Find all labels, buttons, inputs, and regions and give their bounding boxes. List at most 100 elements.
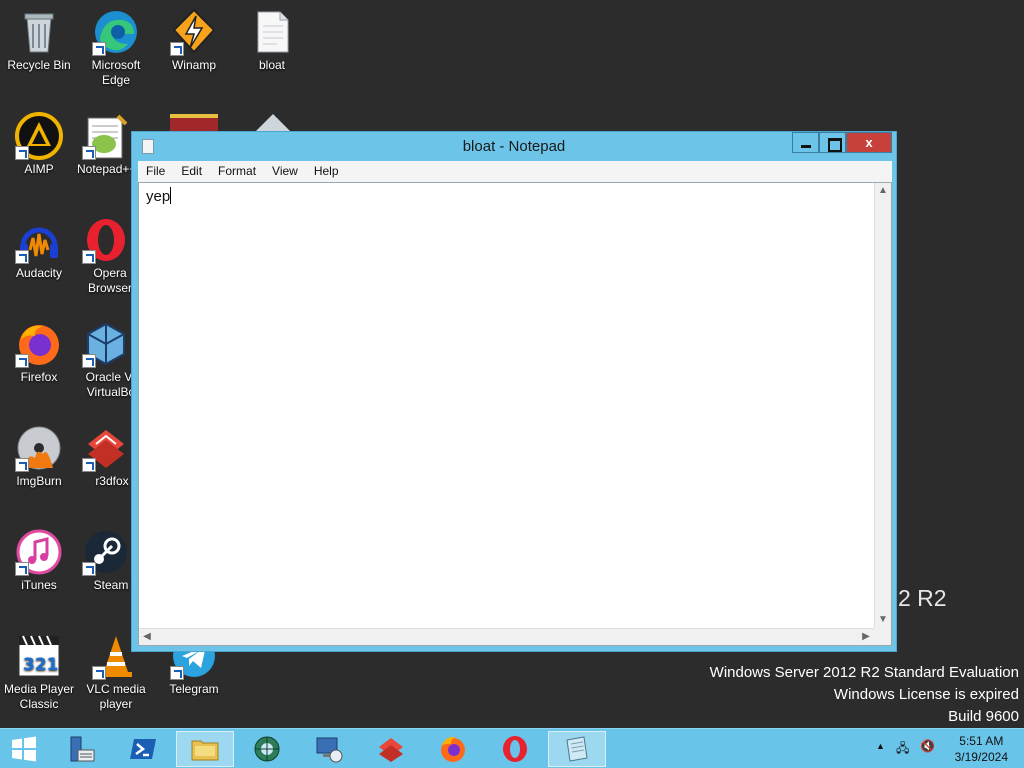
shortcut-arrow-icon	[15, 458, 29, 472]
desktop-icon-label: Winamp	[171, 58, 216, 72]
shortcut-arrow-icon	[92, 42, 106, 56]
menu-help[interactable]: Help	[306, 161, 347, 182]
desktop-icon-label: Media Player Classic	[3, 682, 75, 711]
taskbar-file-explorer[interactable]	[176, 731, 234, 767]
remote-desktop-icon	[316, 737, 343, 763]
taskbar-network-app[interactable]	[238, 731, 296, 767]
desktop-icon-bloat[interactable]: bloat	[233, 8, 311, 73]
desktop-icon-label: ImgBurn	[16, 474, 62, 488]
edge-icon	[92, 8, 140, 56]
desktop-icon-label: r3dfox	[95, 474, 129, 488]
r3dfox-icon	[379, 738, 403, 762]
shortcut-arrow-icon	[170, 666, 184, 680]
desktop-icon-itunes[interactable]: iTunes	[0, 528, 78, 593]
taskbar-server-manager[interactable]	[52, 731, 110, 767]
desktop-icon-label: VLC media player	[86, 682, 146, 711]
menu-bar: File Edit Format View Help	[138, 161, 892, 182]
desktop-icon-aimp[interactable]: AIMP	[0, 112, 78, 177]
watermark-edition: Windows Server 2012 R2 Standard Evaluati…	[709, 664, 1019, 681]
taskbar-notepad[interactable]	[548, 731, 606, 767]
taskbar-powershell[interactable]	[114, 731, 172, 767]
scroll-down-icon[interactable]: ▼	[875, 612, 891, 628]
shortcut-arrow-icon	[82, 458, 96, 472]
desktop-icon-opera-browser[interactable]: Opera Browser	[77, 216, 135, 296]
horizontal-scrollbar[interactable]: ◀ ▶	[139, 628, 874, 645]
opera-icon	[82, 216, 130, 264]
desktop-icon-label: AIMP	[24, 162, 54, 176]
shortcut-arrow-icon	[15, 354, 29, 368]
desktop-icon-notepad-plus-plus[interactable]: Notepad++	[77, 112, 135, 177]
desktop-icon-steam[interactable]: Steam	[77, 528, 135, 593]
server-manager-icon	[70, 736, 95, 762]
clock-time: 5:51 AM	[959, 734, 1004, 748]
watermark-r2: 2 R2	[898, 585, 947, 611]
window-title: bloat - Notepad	[462, 138, 566, 155]
itunes-icon	[15, 528, 63, 576]
desktop-icon-audacity[interactable]: Audacity	[0, 216, 78, 281]
close-button[interactable]: x	[846, 132, 892, 153]
globe-app-icon	[254, 736, 280, 762]
volume-muted-icon[interactable]: 🔇	[920, 739, 935, 753]
clock[interactable]: 5:51 AM 3/19/2024	[955, 733, 1008, 765]
desktop-icon-r3dfox[interactable]: r3dfox	[77, 424, 135, 489]
desktop-icon-virtualbox[interactable]: Oracle VM VirtualBox	[77, 320, 142, 400]
desktop-icon-label: Recycle Bin	[7, 58, 71, 72]
show-hidden-icons-icon[interactable]: ▲	[876, 741, 885, 751]
shortcut-arrow-icon	[82, 250, 96, 264]
menu-edit[interactable]: Edit	[173, 161, 210, 182]
shortcut-arrow-icon	[170, 42, 184, 56]
menu-file[interactable]: File	[138, 161, 173, 182]
desktop-icon-firefox[interactable]: Firefox	[0, 320, 78, 385]
taskbar-r3dfox[interactable]	[362, 731, 420, 767]
start-button[interactable]	[0, 731, 48, 767]
scrollbar-corner	[874, 628, 891, 645]
text-editor[interactable]: yep ▲ ▼ ◀ ▶	[138, 182, 892, 646]
media-player-classic-icon: 321	[15, 632, 63, 680]
minimize-button[interactable]	[792, 132, 819, 153]
editor-text[interactable]: yep	[146, 187, 172, 206]
watermark-build: Build 9600	[948, 708, 1019, 725]
desktop-icon-winamp[interactable]: Winamp	[155, 8, 233, 73]
taskbar-remote-desktop[interactable]	[300, 731, 358, 767]
shortcut-arrow-icon	[82, 562, 96, 576]
desktop-icon-imgburn[interactable]: ImgBurn	[0, 424, 78, 489]
winrar-icon	[170, 114, 218, 132]
app-icon-partial	[256, 114, 290, 131]
title-bar[interactable]: bloat - Notepad x	[132, 132, 896, 160]
imgburn-icon	[15, 424, 63, 472]
notepad-icon	[566, 736, 588, 762]
desktop-icon-label: iTunes	[21, 578, 57, 592]
taskbar: ▲ 🖧 🔇 5:51 AM 3/19/2024	[0, 728, 1024, 768]
shortcut-arrow-icon	[15, 146, 29, 160]
desktop-icon-recycle-bin[interactable]: Recycle Bin	[0, 8, 78, 73]
opera-icon	[503, 736, 527, 762]
scroll-right-icon[interactable]: ▶	[858, 629, 874, 645]
desktop-icon-label: bloat	[258, 58, 286, 72]
vertical-scrollbar[interactable]: ▲ ▼	[874, 183, 891, 628]
shortcut-arrow-icon	[82, 146, 96, 160]
scroll-left-icon[interactable]: ◀	[139, 629, 155, 645]
network-icon[interactable]: 🖧	[896, 739, 909, 760]
text-caret	[170, 187, 172, 204]
desktop-icon-media-player-classic[interactable]: 321 Media Player Classic	[0, 632, 78, 712]
desktop-icon-microsoft-edge[interactable]: Microsoft Edge	[77, 8, 155, 88]
winamp-icon	[170, 8, 218, 56]
taskbar-firefox[interactable]	[424, 731, 482, 767]
shortcut-arrow-icon	[15, 250, 29, 264]
desktop-icon-label: Audacity	[15, 266, 63, 280]
shortcut-arrow-icon	[92, 666, 106, 680]
r3dfox-icon	[82, 424, 130, 472]
scroll-up-icon[interactable]: ▲	[875, 183, 891, 199]
maximize-button[interactable]	[819, 132, 846, 153]
virtualbox-icon	[82, 320, 130, 368]
editor-content: yep	[146, 188, 171, 205]
folder-icon	[191, 740, 219, 761]
watermark-license: Windows License is expired	[833, 686, 1019, 703]
taskbar-opera[interactable]	[486, 731, 544, 767]
recycle-bin-icon	[15, 8, 63, 56]
desktop-icon-label: Steam	[93, 578, 129, 592]
menu-view[interactable]: View	[264, 161, 306, 182]
menu-format[interactable]: Format	[210, 161, 264, 182]
desktop-icon-label: Notepad++	[77, 162, 135, 176]
notepad-plus-plus-icon	[82, 112, 130, 160]
